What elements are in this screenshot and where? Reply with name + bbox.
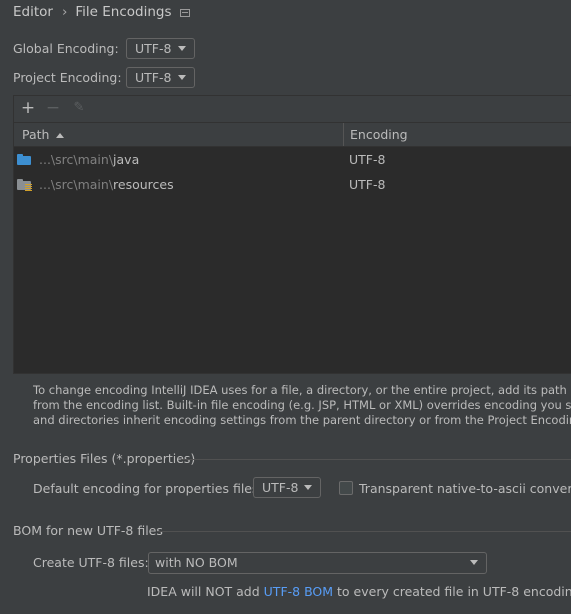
hint-line: To change encoding IntelliJ IDEA uses fo… <box>33 383 571 397</box>
section-divider <box>157 531 571 532</box>
path-cell: ...\src\main\ java <box>17 147 139 172</box>
table-row[interactable]: ...\src\main\ resources UTF-8 <box>14 172 571 197</box>
chevron-down-icon <box>470 560 478 565</box>
source-folder-icon <box>17 154 31 165</box>
utf8-bom-link[interactable]: UTF-8 BOM <box>264 584 333 599</box>
table-row[interactable]: ...\src\main\ java UTF-8 <box>14 147 571 172</box>
encoding-hint: To change encoding IntelliJ IDEA uses fo… <box>33 383 571 428</box>
breadcrumb: Editor › File Encodings <box>13 4 190 20</box>
global-encoding-combo[interactable]: UTF-8 <box>126 38 195 59</box>
column-header-encoding[interactable]: Encoding <box>342 123 408 146</box>
project-encoding-value: UTF-8 <box>135 70 172 85</box>
remove-icon[interactable]: − <box>44 99 62 117</box>
breadcrumb-separator: › <box>61 4 68 20</box>
properties-encoding-combo[interactable]: UTF-8 <box>253 477 321 498</box>
global-encoding-value: UTF-8 <box>135 41 172 56</box>
path-name: java <box>113 152 140 167</box>
project-encoding-combo[interactable]: UTF-8 <box>126 67 195 88</box>
bom-combo[interactable]: with NO BOM <box>148 552 487 574</box>
bom-section-title: BOM for new UTF-8 files <box>13 523 163 538</box>
add-icon[interactable]: + <box>19 99 37 117</box>
project-encoding-label: Project Encoding: <box>13 70 122 85</box>
column-header-path-label: Path <box>22 127 50 142</box>
section-divider <box>181 459 571 460</box>
properties-encoding-value: UTF-8 <box>262 480 299 495</box>
table-toolbar: + − ✎ <box>14 96 571 122</box>
chevron-down-icon <box>178 75 186 80</box>
properties-section-title: Properties Files (*.properties) <box>13 451 196 466</box>
transparent-conversion-checkbox[interactable] <box>339 481 353 495</box>
path-prefix: ...\src\main\ <box>39 177 114 192</box>
transparent-conversion-label[interactable]: Transparent native-to-ascii conversion <box>359 481 571 496</box>
breadcrumb-parent[interactable]: Editor <box>13 4 53 20</box>
project-scope-icon <box>179 9 190 17</box>
bom-note-suffix: to every created file in UTF-8 encoding <box>333 584 571 599</box>
edit-icon[interactable]: ✎ <box>70 99 88 117</box>
chevron-down-icon <box>178 46 186 51</box>
path-cell: ...\src\main\ resources <box>17 172 174 197</box>
bom-note-prefix: IDEA will NOT add <box>147 584 264 599</box>
bom-value: with NO BOM <box>155 555 238 570</box>
properties-default-label: Default encoding for properties files: <box>33 481 263 496</box>
create-utf8-label: Create UTF-8 files: <box>33 555 149 570</box>
bom-note: IDEA will NOT add UTF-8 BOM to every cre… <box>147 584 571 599</box>
chevron-down-icon <box>304 485 312 490</box>
encoding-cell[interactable]: UTF-8 <box>349 147 385 172</box>
sort-ascending-icon <box>56 133 65 138</box>
page-title: File Encodings <box>75 4 172 20</box>
table-header: Path Encoding <box>14 123 571 147</box>
path-encoding-table: Path Encoding ...\src\main\ java UTF-8 ..… <box>14 122 571 373</box>
hint-line: and directories inherit encoding setting… <box>33 413 571 427</box>
path-encoding-panel: + − ✎ Path Encoding ...\src\main\ java UT… <box>13 95 571 374</box>
path-name: resources <box>113 177 174 192</box>
resources-folder-icon <box>17 179 32 191</box>
hint-line: from the encoding list. Built-in file en… <box>33 398 571 412</box>
path-prefix: ...\src\main\ <box>39 152 114 167</box>
global-encoding-label: Global Encoding: <box>13 41 119 56</box>
encoding-cell[interactable]: UTF-8 <box>349 172 385 197</box>
column-header-path[interactable]: Path <box>14 123 65 146</box>
